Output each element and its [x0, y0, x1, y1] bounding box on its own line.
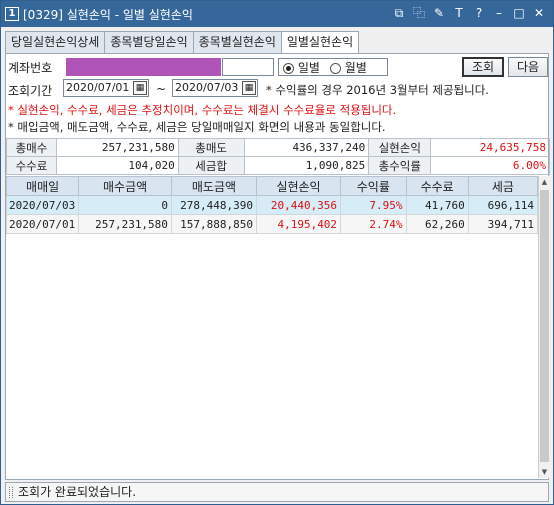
account-label: 계좌번호 [8, 61, 53, 75]
grip-icon [9, 487, 13, 498]
vertical-scrollbar[interactable]: ▲ ▼ [538, 176, 550, 478]
title-bar[interactable]: 1 [0329] 실현손익 - 일별 실현손익 ⧉ ⿻ ✎ T ? – □ ✕ [1, 1, 553, 27]
window-title: [0329] 실현손익 - 일별 실현손익 [23, 8, 193, 22]
tab-stock-daily-pnl[interactable]: 종목별당일손익 [104, 31, 194, 53]
table-row[interactable]: 2020/07/03 0 278,448,390 20,440,356 7.95… [5, 195, 539, 215]
cell-sell-amount: 278,448,390 [170, 195, 258, 215]
radio-daily-label: 일별 [297, 60, 320, 75]
account-password-field[interactable] [222, 58, 274, 76]
query-button[interactable]: 조회 [462, 57, 504, 77]
col-tax[interactable]: 세금 [467, 176, 539, 196]
close-icon[interactable]: ✕ [531, 5, 547, 21]
total-sell-label: 총매도 [177, 138, 245, 157]
calendar-icon[interactable]: ▦ [242, 81, 256, 95]
date-from-field[interactable]: 2020/07/01 ▦ [63, 79, 149, 97]
total-buy-value: 257,231,580 [55, 138, 179, 157]
cell-buy-amount: 257,231,580 [78, 214, 172, 234]
tab-daily-realized-detail[interactable]: 당일실현손익상세 [5, 31, 106, 53]
date-to-field[interactable]: 2020/07/03 ▦ [172, 79, 258, 97]
tax-value: 1,090,825 [243, 156, 370, 175]
realized-pnl-label: 실현손익 [368, 138, 432, 157]
radio-monthly[interactable]: 월별 [329, 59, 367, 76]
radio-unselected-icon [329, 62, 341, 74]
tab-stock-realized-pnl[interactable]: 종목별실현손익 [192, 31, 282, 53]
screen-number-badge: 1 [5, 7, 19, 21]
scroll-down-icon[interactable]: ▼ [539, 466, 550, 478]
col-sell-amount[interactable]: 매도금액 [170, 176, 258, 196]
cell-fee: 41,760 [405, 195, 469, 215]
status-bar: 조회가 완료되었습니다. [5, 482, 549, 502]
radio-daily[interactable]: 일별 [283, 59, 320, 76]
account-row: 계좌번호 일별 월별 조회 다음 [8, 56, 548, 78]
cell-sell-amount: 157,888,850 [170, 214, 258, 234]
next-button[interactable]: 다음 [508, 57, 548, 77]
minimize-icon[interactable]: – [491, 5, 507, 21]
cell-trade-date: 2020/07/03 [5, 195, 80, 215]
fee-label: 수수료 [6, 156, 57, 175]
estimate-warning: * 실현손익, 수수료, 세금은 추정치이며, 수수료는 체결시 수수료율로 적… [8, 103, 397, 117]
scroll-up-icon[interactable]: ▲ [539, 176, 550, 188]
radio-monthly-label: 월별 [344, 60, 367, 75]
total-buy-label: 총매수 [6, 138, 57, 157]
col-realized-pnl[interactable]: 실현손익 [255, 176, 342, 196]
cell-buy-amount: 0 [78, 195, 172, 215]
date-from-value: 2020/07/01 [66, 81, 130, 94]
radio-selected-icon [283, 62, 294, 74]
maximize-icon[interactable]: □ [511, 5, 527, 21]
window-controls: ⧉ ⿻ ✎ T ? – □ ✕ [391, 5, 547, 21]
total-sell-value: 436,337,240 [243, 138, 370, 157]
date-to-value: 2020/07/03 [175, 81, 239, 94]
cell-realized-pnl: 20,440,356 [255, 195, 342, 215]
period-label: 조회기간 [8, 84, 53, 98]
calendar-icon[interactable]: ▦ [133, 81, 147, 95]
status-message: 조회가 완료되었습니다. [18, 485, 137, 499]
summary-row: 총매수 257,231,580 총매도 436,337,240 실현손익 24,… [6, 138, 550, 157]
cell-return-rate: 2.74% [340, 214, 407, 234]
total-rate-label: 총수익률 [368, 156, 432, 175]
link-icon[interactable]: ⧉ [391, 5, 407, 21]
main-panel: 계좌번호 일별 월별 조회 다음 조회기간 2020/07/01 ▦ ~ 202… [5, 54, 550, 480]
summary-table: 총매수 257,231,580 총매도 436,337,240 실현손익 24,… [6, 138, 550, 175]
table-row[interactable]: 2020/07/01 257,231,580 157,888,850 4,195… [5, 214, 539, 234]
tax-label: 세금합 [177, 156, 245, 175]
font-size-icon[interactable]: T [451, 5, 467, 21]
cell-fee: 62,260 [405, 214, 469, 234]
edit-icon[interactable]: ✎ [431, 5, 447, 21]
col-return-rate[interactable]: 수익률 [340, 176, 407, 196]
daily-pnl-grid: 매매일 매수금액 매도금액 실현손익 수익률 수수료 세금 2020/07/03… [5, 176, 539, 234]
cell-trade-date: 2020/07/01 [5, 214, 80, 234]
total-rate-value: 6.00% [430, 156, 550, 175]
app-window: 1 [0329] 실현손익 - 일별 실현손익 ⧉ ⿻ ✎ T ? – □ ✕ … [0, 0, 554, 505]
fee-value: 104,020 [55, 156, 179, 175]
col-fee[interactable]: 수수료 [405, 176, 469, 196]
rate-note: * 수익률의 경우 2016년 3월부터 제공됩니다. [266, 83, 489, 97]
period-row: 조회기간 2020/07/01 ▦ ~ 2020/07/03 ▦ * 수익률의 … [8, 79, 548, 99]
cell-tax: 394,711 [467, 214, 539, 234]
copy-window-icon[interactable]: ⿻ [411, 5, 427, 21]
summary-row: 수수료 104,020 세금합 1,090,825 총수익률 6.00% [6, 156, 550, 175]
col-trade-date[interactable]: 매매일 [5, 176, 80, 196]
col-buy-amount[interactable]: 매수금액 [78, 176, 172, 196]
scroll-thumb[interactable] [540, 190, 549, 462]
tab-daily-realized-pnl[interactable]: 일별실현손익 [280, 31, 360, 54]
cell-realized-pnl: 4,195,402 [255, 214, 342, 234]
cell-return-rate: 7.95% [340, 195, 407, 215]
grid-header-row: 매매일 매수금액 매도금액 실현손익 수익률 수수료 세금 [5, 176, 539, 196]
realized-pnl-value: 24,635,758 [430, 138, 550, 157]
account-number-field[interactable] [66, 58, 221, 76]
cell-tax: 696,114 [467, 195, 539, 215]
data-source-note: * 매입금액, 매도금액, 수수료, 세금은 당일매매일지 화면의 내용과 동일… [8, 120, 386, 134]
help-icon[interactable]: ? [471, 5, 487, 21]
tab-bar: 당일실현손익상세 종목별당일손익 종목별실현손익 일별실현손익 [5, 31, 360, 54]
date-separator: ~ [156, 82, 167, 96]
period-type-radio-group: 일별 월별 [278, 58, 388, 76]
